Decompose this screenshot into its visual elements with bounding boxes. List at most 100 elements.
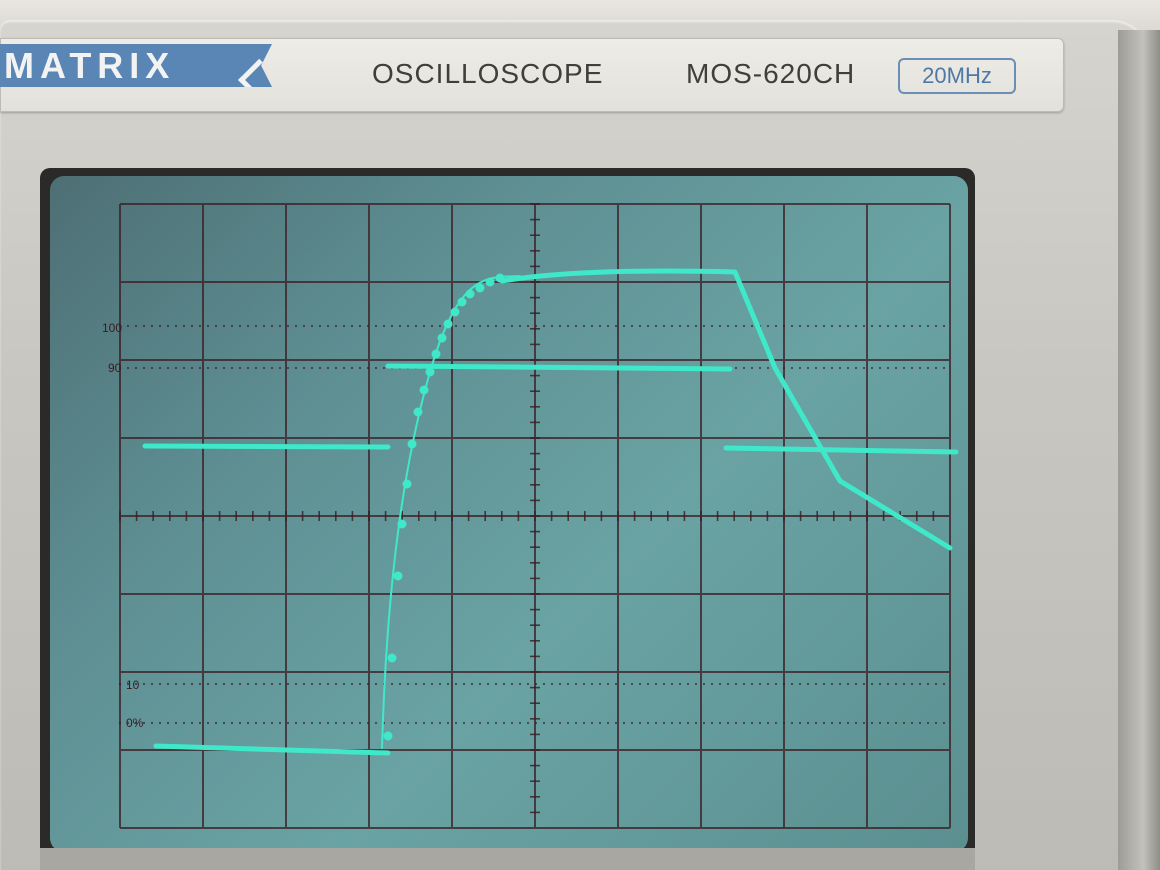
graticule-label-100: 100: [102, 321, 122, 335]
graticule-dot: [830, 721, 834, 725]
graticule-dot: [662, 682, 666, 686]
graticule-dot: [262, 721, 266, 725]
graticule-dot: [510, 721, 514, 725]
graticule-dot: [438, 721, 442, 725]
graticule-dot: [694, 682, 698, 686]
graticule-dot: [334, 682, 338, 686]
graticule-dot: [278, 324, 282, 328]
graticule-dot: [694, 324, 698, 328]
graticule-dot: [478, 324, 482, 328]
graticule-dot: [646, 324, 650, 328]
graticule-dot: [134, 366, 138, 370]
graticule-dot: [326, 324, 330, 328]
graticule-dot: [406, 682, 410, 686]
graticule-dot: [430, 682, 434, 686]
graticule-dot: [934, 324, 938, 328]
graticule-dot: [814, 324, 818, 328]
trace-90-percent-level: [385, 363, 733, 372]
graticule-dot: [166, 324, 170, 328]
graticule-dot: [142, 324, 146, 328]
graticule-dot: [838, 682, 842, 686]
graticule-dot: [334, 366, 338, 370]
graticule-dot: [590, 324, 594, 328]
graticule-dot: [366, 682, 370, 686]
graticule-dot: [302, 682, 306, 686]
graticule-dot: [174, 366, 178, 370]
graticule-dot: [894, 366, 898, 370]
graticule-dot: [742, 721, 746, 725]
graticule-dot: [886, 324, 890, 328]
graticule-dot: [910, 366, 914, 370]
graticule-dot: [342, 324, 346, 328]
graticule-dot: [198, 366, 202, 370]
trace-rise-dot: [387, 653, 397, 663]
brand-logo: MATRIX: [0, 44, 272, 87]
graticule-dot: [310, 682, 314, 686]
graticule-dot: [750, 324, 754, 328]
graticule-dot: [710, 682, 714, 686]
graticule-dot: [286, 682, 290, 686]
graticule-dot: [934, 366, 938, 370]
graticule-dot: [350, 682, 354, 686]
graticule-dot: [878, 682, 882, 686]
graticule-dot: [270, 682, 274, 686]
graticule-dot: [734, 324, 738, 328]
graticule-dot: [622, 682, 626, 686]
graticule-dot: [558, 721, 562, 725]
graticule-dot: [182, 324, 186, 328]
graticule-dot: [766, 682, 770, 686]
graticule-dot: [374, 721, 378, 725]
graticule-dot: [782, 682, 786, 686]
graticule-dot: [606, 682, 610, 686]
graticule-dot: [174, 682, 178, 686]
device-type-label: OSCILLOSCOPE: [372, 58, 604, 89]
graticule-dot: [830, 324, 834, 328]
graticule-dot: [166, 721, 170, 725]
graticule-dot: [510, 324, 514, 328]
graticule-dot: [494, 721, 498, 725]
oscilloscope-display: 100 90 10 0%: [102, 203, 959, 829]
graticule-dot: [238, 721, 242, 725]
graticule-dot: [886, 366, 890, 370]
graticule-dot: [214, 366, 218, 370]
graticule-dot: [838, 324, 842, 328]
graticule-dot: [358, 366, 362, 370]
graticule-dot: [742, 324, 746, 328]
graticule-dot: [238, 324, 242, 328]
graticule-dot: [582, 721, 586, 725]
graticule-dot: [286, 324, 290, 328]
graticule-dot: [598, 324, 602, 328]
graticule-dot: [614, 324, 618, 328]
graticule-dot: [910, 324, 914, 328]
graticule-dot: [142, 366, 146, 370]
graticule-dot: [318, 324, 322, 328]
graticule-dot: [814, 366, 818, 370]
graticule-dot: [406, 324, 410, 328]
graticule-dot: [574, 682, 578, 686]
graticule-dot: [734, 366, 738, 370]
graticule-dot: [942, 324, 946, 328]
graticule-dot: [678, 721, 682, 725]
graticule-dot: [326, 682, 330, 686]
graticule-dot: [814, 721, 818, 725]
graticule-dot: [902, 721, 906, 725]
graticule-dot: [766, 324, 770, 328]
graticule-dot: [494, 682, 498, 686]
graticule-dot: [542, 682, 546, 686]
graticule-dot: [558, 324, 562, 328]
graticule-dot: [806, 721, 810, 725]
graticule-dot: [382, 324, 386, 328]
graticule-dot: [390, 682, 394, 686]
graticule-dot: [854, 324, 858, 328]
graticule-dot: [358, 324, 362, 328]
graticule-dot: [246, 366, 250, 370]
graticule-dot: [774, 324, 778, 328]
graticule-dot: [526, 721, 530, 725]
graticule-dot: [342, 682, 346, 686]
graticule-dot: [638, 721, 642, 725]
graticule-dot: [230, 682, 234, 686]
graticule-dot: [878, 324, 882, 328]
graticule-dot: [350, 324, 354, 328]
graticule-dot: [550, 324, 554, 328]
graticule-dot: [822, 366, 826, 370]
